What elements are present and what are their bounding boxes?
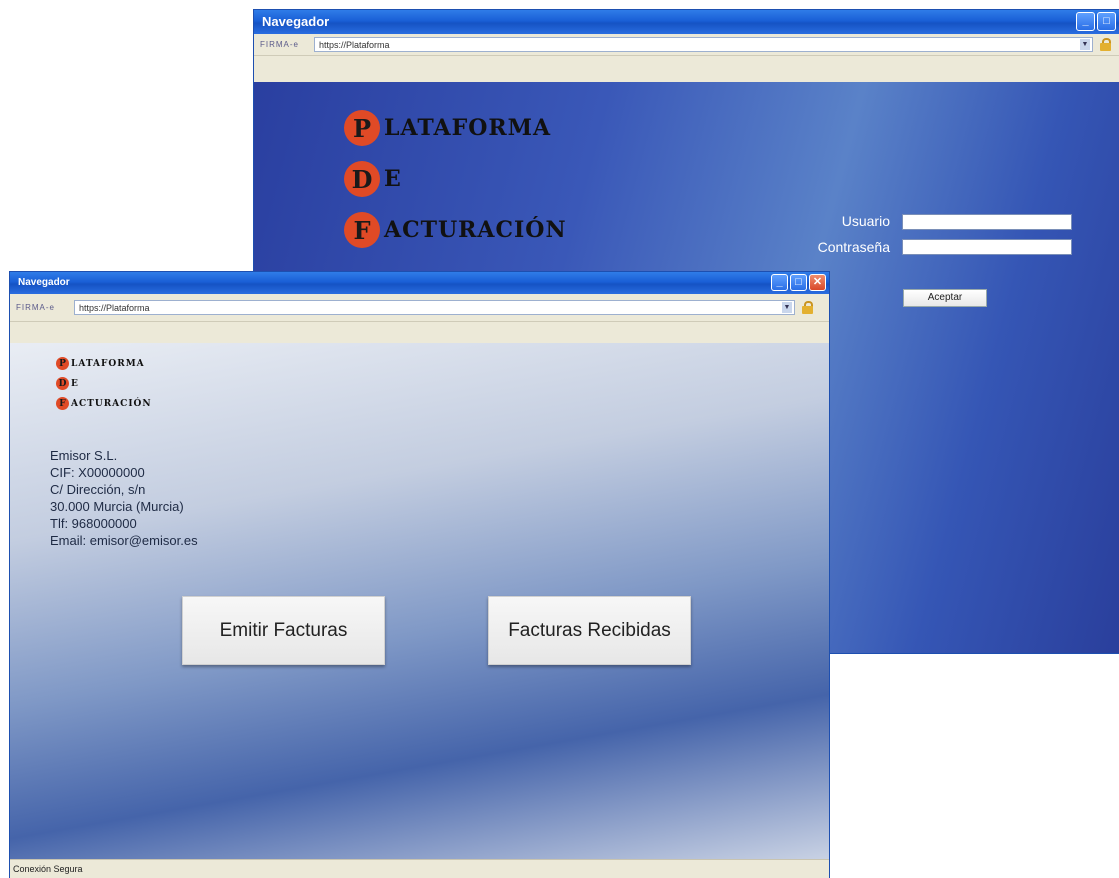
back-url-text: https://Plataforma: [319, 40, 390, 50]
password-label: Contraseña: [817, 239, 890, 255]
username-input[interactable]: [902, 214, 1072, 230]
logo-initial-f: F: [344, 212, 380, 248]
issuer-info: Emisor S.L. CIF: X00000000 C/ Dirección,…: [50, 447, 198, 549]
logo-text-plataforma: LATAFORMA: [384, 115, 552, 141]
logo-line-plataforma: P LATAFORMA: [344, 110, 551, 146]
small-logo-line-plataforma: P LATAFORMA: [56, 357, 145, 370]
small-logo-text-plataforma: LATAFORMA: [71, 358, 145, 369]
small-logo-line-de: D E: [56, 377, 79, 390]
front-url-field[interactable]: https://Plataforma ▼: [74, 300, 795, 315]
small-logo-line-facturacion: F ACTURACIÓN: [56, 397, 152, 410]
username-label: Usuario: [841, 213, 890, 229]
password-input[interactable]: [902, 239, 1072, 255]
issuer-name: Emisor S.L.: [50, 448, 118, 463]
front-toolbar: [10, 322, 829, 343]
back-toolbar: [254, 56, 1119, 82]
issuer-city: 30.000 Murcia (Murcia): [50, 499, 184, 514]
front-brand-logo: FIRMA-e: [16, 303, 55, 312]
chevron-down-icon[interactable]: ▼: [1080, 39, 1090, 50]
front-window-title: Navegador: [18, 277, 70, 288]
lock-icon: [801, 300, 815, 315]
issuer-cif: CIF: X00000000: [50, 465, 145, 480]
front-titlebar[interactable]: Navegador _ □ ✕: [10, 272, 829, 294]
logo-initial-p: P: [344, 110, 380, 146]
lock-icon: [1099, 37, 1113, 52]
issue-invoices-button[interactable]: Emitir Facturas: [182, 596, 385, 665]
back-address-bar: FIRMA-e https://Plataforma ▼: [254, 34, 1119, 56]
maximize-icon[interactable]: □: [1097, 12, 1116, 31]
issuer-address: C/ Dirección, s/n: [50, 482, 146, 497]
front-address-bar: FIRMA-e https://Plataforma ▼: [10, 294, 829, 322]
back-window-title: Navegador: [262, 14, 330, 29]
front-url-text: https://Plataforma: [79, 303, 150, 313]
logo-line-facturacion: F ACTURACIÓN: [344, 212, 567, 248]
back-titlebar[interactable]: Navegador _ □: [254, 10, 1119, 34]
small-logo-text-facturacion: ACTURACIÓN: [71, 398, 152, 409]
small-logo-initial-f: F: [56, 397, 69, 410]
logo-text-de: E: [384, 166, 402, 192]
issuer-email: Email: emisor@emisor.es: [50, 533, 198, 548]
status-bar: Conexión Segura: [10, 859, 829, 878]
front-window-controls: _ □ ✕: [771, 274, 826, 291]
small-logo-initial-d: D: [56, 377, 69, 390]
maximize-icon[interactable]: □: [790, 274, 807, 291]
front-browser-window: Navegador _ □ ✕ FIRMA-e https://Platafor…: [10, 272, 829, 878]
close-icon[interactable]: ✕: [809, 274, 826, 291]
logo-text-facturacion: ACTURACIÓN: [384, 217, 567, 243]
accept-button[interactable]: Aceptar: [903, 289, 987, 307]
back-brand-logo: FIRMA-e: [260, 40, 299, 49]
small-logo-initial-p: P: [56, 357, 69, 370]
back-url-field[interactable]: https://Plataforma ▼: [314, 37, 1093, 52]
back-window-controls: _ □: [1076, 12, 1116, 31]
front-page-content: P LATAFORMA D E F ACTURACIÓN Emisor S.L.…: [10, 343, 829, 860]
logo-line-de: D E: [344, 161, 402, 197]
received-invoices-button[interactable]: Facturas Recibidas: [488, 596, 691, 665]
minimize-icon[interactable]: _: [771, 274, 788, 291]
issuer-phone: Tlf: 968000000: [50, 516, 137, 531]
small-logo-text-de: E: [71, 378, 79, 389]
minimize-icon[interactable]: _: [1076, 12, 1095, 31]
logo-initial-d: D: [344, 161, 380, 197]
chevron-down-icon[interactable]: ▼: [782, 302, 792, 313]
